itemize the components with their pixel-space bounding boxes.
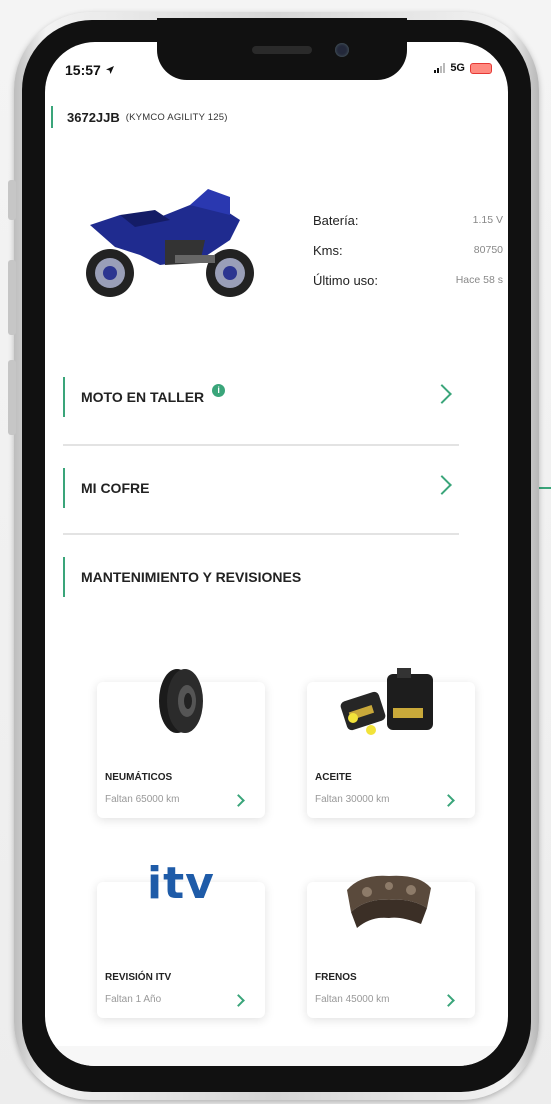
vehicle-model: (KYMCO AGILITY 125) [125, 111, 228, 123]
card-subtitle: Faltan 1 Año [105, 994, 162, 1005]
app-screen: 15:57 5G 3672JJB (KYMCO AGILITY 125) Bat… [45, 42, 508, 1066]
stat-value: 80750 [473, 244, 503, 256]
stat-value: 1.15 V [472, 214, 503, 226]
section-title: MANTENIMIENTO Y REVISIONES [81, 569, 302, 585]
menu-taller-text: MOTO EN TALLER [81, 389, 205, 405]
chevron-right-icon [442, 994, 455, 1007]
status-indicators: 5G [434, 62, 492, 74]
chevron-right-icon [432, 384, 452, 404]
chevron-right-icon [232, 794, 245, 807]
divider [63, 444, 459, 446]
card-title: ACEITE [315, 772, 352, 783]
menu-item-cofre[interactable]: MI COFRE [63, 468, 459, 508]
stat-last-use: Último uso: Hace 58 s [313, 265, 503, 295]
vehicle-plate: 3672JJB [67, 109, 120, 125]
vehicle-header[interactable]: 3672JJB (KYMCO AGILITY 125) [51, 106, 228, 128]
network-label: 5G [450, 62, 465, 74]
status-time: 15:57 [65, 62, 115, 78]
stat-label: Batería: [313, 212, 359, 228]
stat-battery: Batería: 1.15 V [313, 205, 503, 235]
menu-item-label: MOTO EN TALLER i [65, 383, 226, 405]
oil-bottles-icon [340, 668, 433, 735]
signal-icon [434, 63, 446, 73]
tire-icon [159, 669, 203, 733]
stat-value: Hace 58 s [455, 274, 503, 286]
brake-caliper-icon [347, 875, 431, 928]
menu-item-taller[interactable]: MOTO EN TALLER i [63, 377, 459, 417]
motorcycle-image [86, 189, 254, 297]
status-time-text: 15:57 [65, 62, 101, 78]
stat-kms: Kms: 80750 [313, 235, 503, 265]
card-title: NEUMÁTICOS [105, 772, 173, 783]
card-title: FRENOS [315, 972, 357, 983]
card-subtitle: Faltan 30000 km [315, 794, 390, 805]
section-mantenimiento: MANTENIMIENTO Y REVISIONES [63, 557, 459, 597]
location-arrow-icon [105, 66, 114, 74]
itv-logo: itv [147, 858, 215, 909]
card-subtitle: Faltan 45000 km [315, 994, 390, 1005]
chevron-right-icon [232, 994, 245, 1007]
vehicle-stats: Batería: 1.15 V Kms: 80750 Último uso: H… [313, 205, 503, 295]
card-subtitle: Faltan 65000 km [105, 794, 180, 805]
info-icon[interactable]: i [212, 383, 226, 397]
bottom-bar [45, 1046, 508, 1066]
stat-label: Último uso: [313, 272, 379, 288]
menu-item-label: MI COFRE [81, 480, 150, 496]
divider [63, 533, 459, 535]
card-title: REVISIÓN ITV [105, 972, 172, 983]
side-button-mute [8, 180, 16, 220]
speaker-icon [252, 46, 312, 54]
side-button-volume-up [8, 260, 16, 335]
battery-icon [470, 62, 492, 74]
chevron-right-icon [442, 794, 455, 807]
side-button-volume-down [8, 360, 16, 435]
stat-label: Kms: [313, 242, 343, 258]
camera-icon [335, 43, 349, 57]
chevron-right-icon [432, 475, 452, 495]
